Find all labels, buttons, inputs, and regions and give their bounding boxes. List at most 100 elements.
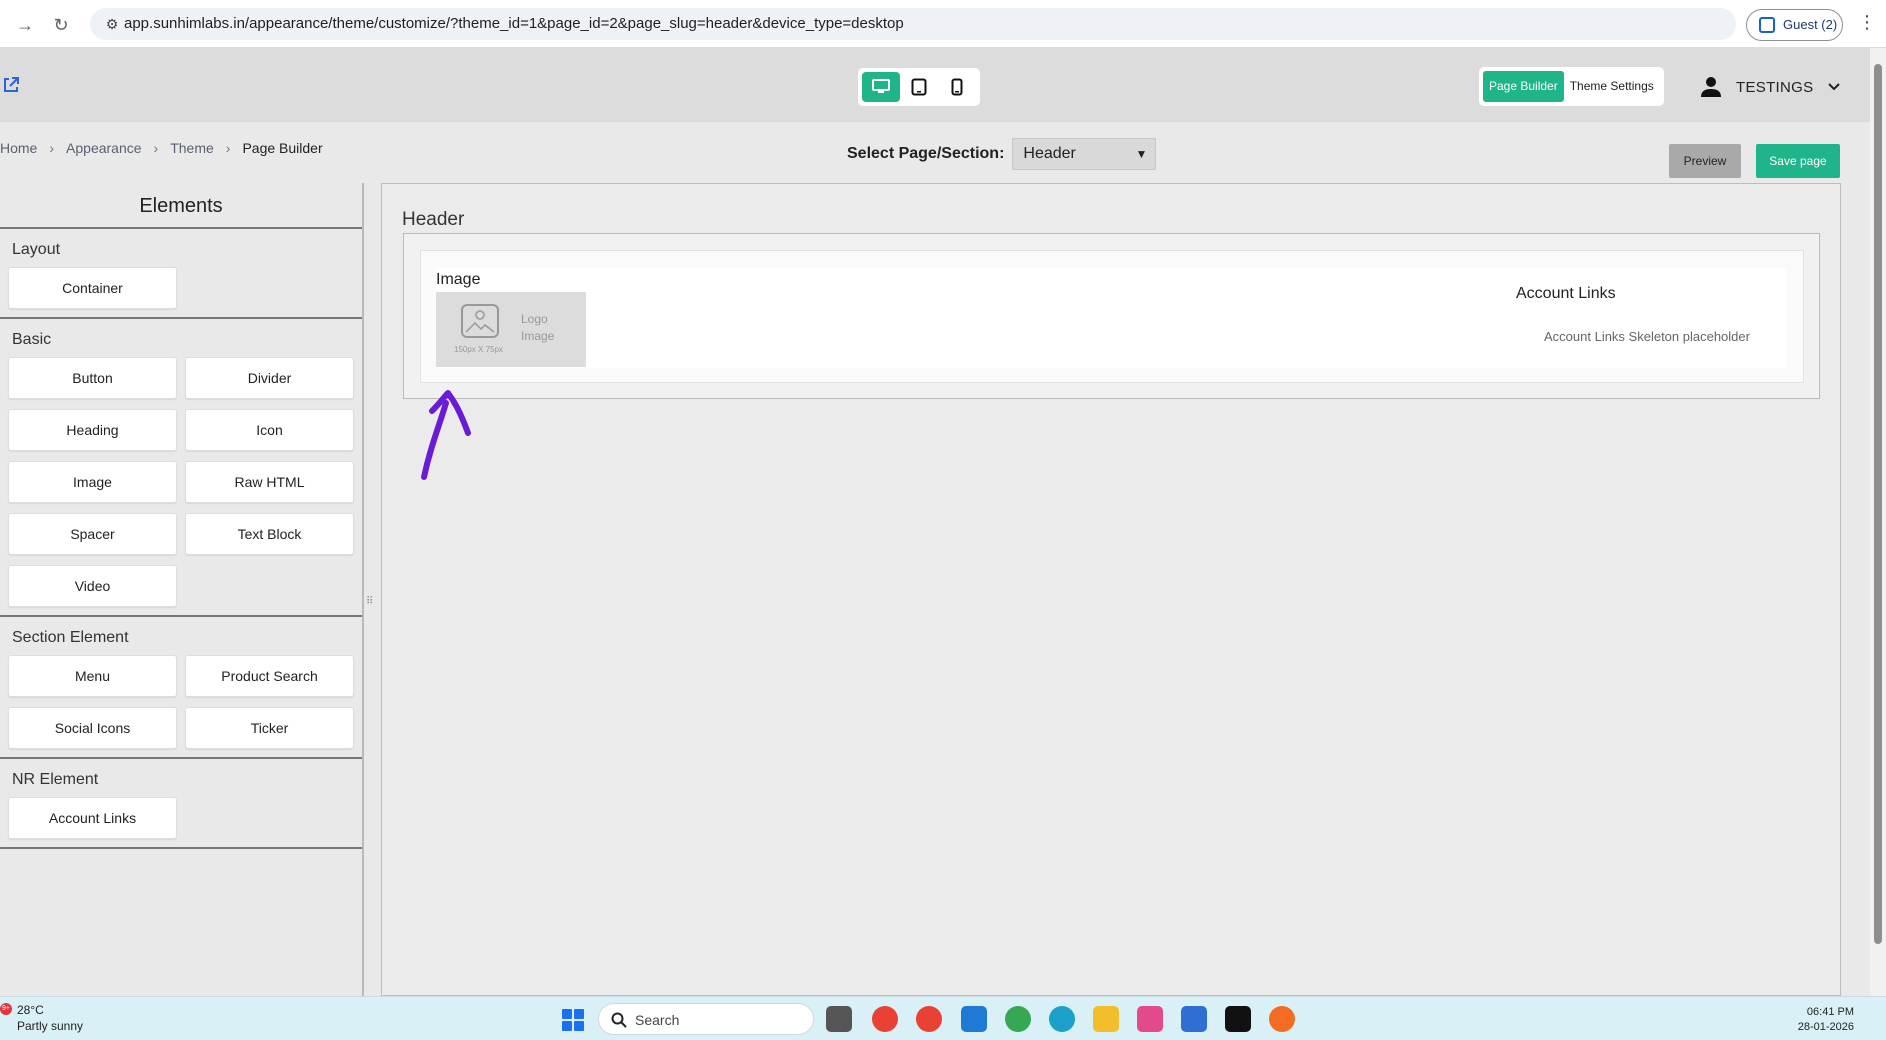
edge-icon[interactable] [1049,1006,1075,1032]
desktop-view-button[interactable] [862,72,900,102]
tab-page-builder[interactable]: Page Builder [1483,71,1564,102]
windows-start-icon[interactable] [562,1009,584,1031]
external-link-icon[interactable] [2,76,20,99]
element-icon[interactable]: Icon [185,409,354,451]
page-scrollbar[interactable] [1870,48,1886,998]
url-text[interactable]: app.sunhimlabs.in/appearance/theme/custo… [124,15,904,32]
element-social-icons[interactable]: Social Icons [8,707,177,749]
element-container[interactable]: Container [8,267,177,309]
breadcrumb-page-builder: Page Builder [242,140,323,156]
image-element-label: Image [436,271,481,288]
header-container[interactable]: Image 150px X 75px Logo Image Account Li… [420,250,1804,383]
search-icon [611,1012,627,1028]
image-icon [461,304,499,338]
section-title: Header [402,209,465,230]
breadcrumb-appearance[interactable]: Appearance [66,140,142,156]
app-icon[interactable] [1225,1006,1251,1032]
vscode-icon[interactable] [961,1006,987,1032]
notification-badge: 9+ [0,1003,12,1015]
sidebar-title: Elements [0,183,362,229]
forward-icon[interactable]: → [12,12,38,38]
user-menu[interactable]: TESTINGS [1700,72,1841,102]
mode-switcher: Page Builder Theme Settings [1479,67,1664,106]
mobile-icon [951,78,963,96]
breadcrumb-theme[interactable]: Theme [170,140,214,156]
chrome-icon[interactable] [872,1006,898,1032]
snipping-tool-icon[interactable] [1137,1006,1163,1032]
browser-menu-icon[interactable]: ⋮ [1858,12,1876,33]
group-layout: Layout Container [0,229,362,319]
tablet-view-button[interactable] [900,72,938,102]
preview-button[interactable]: Preview [1669,144,1741,178]
logo-dimensions: 150px X 75px [454,345,503,354]
header-section[interactable]: Image 150px X 75px Logo Image Account Li… [403,233,1820,399]
logo-text-line1: Logo [521,312,548,326]
notepad-icon[interactable] [1181,1006,1207,1032]
group-section-element: Section Element Menu Product Search Soci… [0,617,362,759]
logo-placeholder[interactable]: 150px X 75px Logo Image [436,292,586,367]
mobile-view-button[interactable] [938,72,976,102]
file-explorer-icon[interactable] [1093,1006,1119,1032]
breadcrumb: Home › Appearance › Theme › Page Builder [0,140,323,156]
profile-button[interactable]: Guest (2) [1746,9,1843,41]
taskbar-search[interactable]: Search [598,1003,814,1035]
chrome-icon[interactable] [916,1006,942,1032]
scrollbar-thumb[interactable] [1874,64,1882,944]
user-icon [1701,77,1721,97]
page-section-value: Header [1023,145,1076,162]
elements-sidebar: Elements Layout Container Basic Button D… [0,183,364,996]
builder-canvas: Header Image 150px X 75px Logo Image Acc… [381,183,1841,996]
element-account-links[interactable]: Account Links [8,797,177,839]
desktop-icon [872,79,890,93]
header-row[interactable]: Image 150px X 75px Logo Image Account Li… [436,268,1786,368]
profile-label: Guest (2) [1783,17,1838,32]
page-section-selector: Select Page/Section: Header ▼ [847,138,1157,170]
system-clock[interactable]: 06:41 PM 28-01-2026 [1790,1005,1854,1035]
chrome-icon[interactable] [1005,1006,1031,1032]
element-ticker[interactable]: Ticker [185,707,354,749]
user-name: TESTINGS [1736,78,1814,96]
weather-condition: Partly sunny [17,1019,84,1033]
clock-date: 28-01-2026 [1797,1021,1854,1033]
element-text-block[interactable]: Text Block [185,513,354,555]
element-button[interactable]: Button [8,357,177,399]
tab-theme-settings[interactable]: Theme Settings [1564,71,1660,102]
chevron-right-icon: › [49,140,55,156]
element-spacer[interactable]: Spacer [8,513,177,555]
save-page-button[interactable]: Save page [1756,144,1840,178]
device-switcher [858,68,980,106]
element-video[interactable]: Video [8,565,177,607]
panel-resize-handle[interactable]: ⠿ [366,596,373,607]
group-basic: Basic Button Divider Heading Icon Image … [0,319,362,617]
element-image[interactable]: Image [8,461,177,503]
taskbar-search-label: Search [635,1012,680,1028]
tablet-icon [911,78,927,96]
breadcrumb-home[interactable]: Home [0,140,37,156]
account-links-title: Account Links [1516,285,1616,302]
weather-temperature: 28°C [17,1003,44,1017]
postman-icon[interactable] [1269,1006,1295,1032]
chevron-right-icon: › [225,140,231,156]
task-view-icon[interactable] [826,1006,852,1032]
element-menu[interactable]: Menu [8,655,177,697]
group-title: Basic [12,331,52,348]
address-bar[interactable]: ⚙ app.sunhimlabs.in/appearance/theme/cus… [90,8,1736,40]
logo-text: Logo Image [521,311,554,345]
page-section-select[interactable]: Header ▼ [1012,138,1157,170]
chevron-right-icon: › [153,140,159,156]
element-heading[interactable]: Heading [8,409,177,451]
group-title: Section Element [12,629,129,646]
profile-icon [1759,17,1775,33]
chevron-down-icon: ▼ [1135,147,1148,161]
group-title: NR Element [12,771,99,788]
site-settings-icon[interactable]: ⚙ [102,14,122,34]
reload-icon[interactable]: ↻ [48,12,74,38]
windows-taskbar: 9+ 28°C Partly sunny Search 06:41 PM 28-… [0,996,1886,1040]
group-title: Layout [12,241,61,258]
element-product-search[interactable]: Product Search [185,655,354,697]
element-raw-html[interactable]: Raw HTML [185,461,354,503]
chevron-down-icon [1828,83,1841,91]
logo-text-line2: Image [521,329,555,343]
element-divider[interactable]: Divider [185,357,354,399]
page-section-label: Select Page/Section: [847,145,1005,162]
